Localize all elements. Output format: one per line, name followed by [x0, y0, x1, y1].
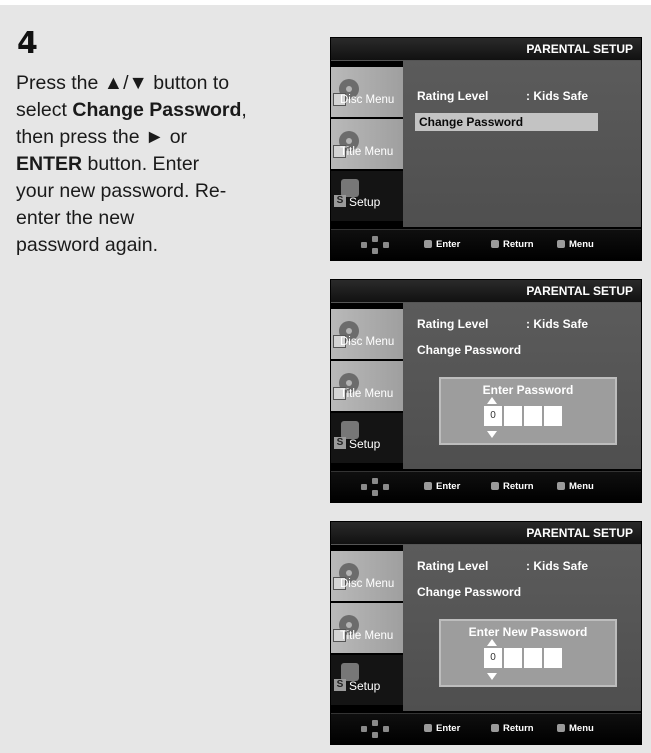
enter-hint: Enter: [424, 239, 460, 250]
menu-content: Rating Level : Kids Safe Change Password…: [403, 303, 641, 469]
screen-parental-setup-1: PARENTAL SETUP Disc Menu Title Menu S Se…: [330, 37, 642, 261]
return-button-icon: [491, 482, 499, 490]
step-number: 4: [17, 26, 38, 61]
sidebar-item-label: Disc Menu: [340, 578, 395, 590]
setup-badge: S: [334, 679, 346, 691]
arrow-down-icon[interactable]: [487, 673, 497, 680]
instruction-line: your new password. Re-: [16, 180, 227, 202]
screen-title: PARENTAL SETUP: [526, 284, 633, 298]
menu-hint: Menu: [557, 723, 594, 734]
return-button-icon: [491, 240, 499, 248]
screen-header: PARENTAL SETUP: [331, 280, 641, 303]
sidebar-item-label: Disc Menu: [340, 94, 395, 106]
sidebar-item-label: Title Menu: [340, 388, 394, 400]
sidebar-item-disc-menu[interactable]: Disc Menu: [331, 551, 403, 601]
change-password-item[interactable]: Change Password: [417, 585, 521, 599]
change-password-item[interactable]: Change Password: [417, 343, 521, 357]
dialog-title: Enter Password: [482, 383, 574, 397]
instruction-line: enter the new: [16, 207, 135, 229]
menu-button-icon: [557, 240, 565, 248]
sidebar-item-label: Title Menu: [340, 146, 394, 158]
sidebar-item-setup[interactable]: S Setup: [331, 413, 403, 463]
instruction-line: select Change Password,: [16, 99, 247, 121]
sidebar-item-label: Setup: [349, 679, 381, 693]
screen-parental-setup-3: PARENTAL SETUP Disc Menu Title Menu S Se…: [330, 521, 642, 745]
rating-level-row[interactable]: Rating Level : Kids Safe: [417, 89, 588, 103]
menu-content: Rating Level : Kids Safe Change Password…: [403, 545, 641, 711]
rating-level-label: Rating Level: [417, 317, 489, 331]
nav-arrows-icon: [361, 236, 389, 254]
rating-level-label: Rating Level: [417, 89, 489, 103]
return-button-icon: [491, 724, 499, 732]
screen-title: PARENTAL SETUP: [526, 42, 633, 56]
change-password-item-selected[interactable]: Change Password: [415, 113, 598, 131]
dialog-title: Enter New Password: [468, 625, 588, 639]
setup-badge: S: [334, 195, 346, 207]
screen-parental-setup-2: PARENTAL SETUP Disc Menu Title Menu S Se…: [330, 279, 642, 503]
nav-arrows-icon: [361, 478, 389, 496]
sidebar-item-label: Setup: [349, 195, 381, 209]
password-digit-4[interactable]: [544, 406, 562, 426]
instruction-line: then press the ► or: [16, 126, 188, 148]
menu-content: Rating Level : Kids Safe Change Password: [403, 61, 641, 227]
menu-button-icon: [557, 482, 565, 490]
nav-arrows-icon: [361, 720, 389, 738]
rating-level-value: : Kids Safe: [526, 89, 589, 103]
footer-bar: Enter Return Menu: [331, 229, 641, 260]
screen-header: PARENTAL SETUP: [331, 38, 641, 61]
top-rule: [0, 0, 651, 5]
sidebar-item-label: Disc Menu: [340, 336, 395, 348]
password-digit-2[interactable]: [504, 648, 522, 668]
password-digit-3[interactable]: [524, 648, 542, 668]
password-digit-2[interactable]: [504, 406, 522, 426]
arrow-up-icon[interactable]: [487, 639, 497, 646]
setup-badge: S: [334, 437, 346, 449]
password-digit-1[interactable]: 0: [484, 648, 502, 668]
enter-button-icon: [424, 240, 432, 248]
enter-hint: Enter: [424, 723, 460, 734]
menu-hint: Menu: [557, 481, 594, 492]
enter-button-icon: [424, 724, 432, 732]
rating-level-value: : Kids Safe: [526, 317, 589, 331]
enter-new-password-dialog: Enter New Password 0: [439, 619, 617, 687]
rating-level-label: Rating Level: [417, 559, 489, 573]
password-digit-4[interactable]: [544, 648, 562, 668]
menu-button-icon: [557, 724, 565, 732]
return-hint: Return: [491, 481, 534, 492]
menu-hint: Menu: [557, 239, 594, 250]
sidebar-item-disc-menu[interactable]: Disc Menu: [331, 309, 403, 359]
rating-level-row[interactable]: Rating Level : Kids Safe: [417, 559, 588, 573]
step-instructions: Press the ▲/▼ button to select Change Pas…: [16, 70, 281, 259]
password-digit-1[interactable]: 0: [484, 406, 502, 426]
password-digit-3[interactable]: [524, 406, 542, 426]
sidebar-item-disc-menu[interactable]: Disc Menu: [331, 67, 403, 117]
sidebar-item-label: Title Menu: [340, 630, 394, 642]
enter-button-icon: [424, 482, 432, 490]
sidebar-item-setup[interactable]: S Setup: [331, 171, 403, 221]
sidebar-item-label: Setup: [349, 437, 381, 451]
instruction-line: ENTER button. Enter: [16, 153, 200, 175]
footer-bar: Enter Return Menu: [331, 471, 641, 502]
instruction-line: Press the ▲/▼ button to: [16, 72, 230, 94]
return-hint: Return: [491, 723, 534, 734]
sidebar-item-title-menu[interactable]: Title Menu: [331, 603, 403, 653]
footer-bar: Enter Return Menu: [331, 713, 641, 744]
arrow-down-icon[interactable]: [487, 431, 497, 438]
rating-level-row[interactable]: Rating Level : Kids Safe: [417, 317, 588, 331]
screen-title: PARENTAL SETUP: [526, 526, 633, 540]
sidebar-item-setup[interactable]: S Setup: [331, 655, 403, 705]
enter-hint: Enter: [424, 481, 460, 492]
arrow-up-icon[interactable]: [487, 397, 497, 404]
sidebar-item-title-menu[interactable]: Title Menu: [331, 119, 403, 169]
sidebar-item-title-menu[interactable]: Title Menu: [331, 361, 403, 411]
instruction-line: password again.: [16, 234, 159, 256]
rating-level-value: : Kids Safe: [526, 559, 589, 573]
return-hint: Return: [491, 239, 534, 250]
enter-password-dialog: Enter Password 0: [439, 377, 617, 445]
screen-header: PARENTAL SETUP: [331, 522, 641, 545]
